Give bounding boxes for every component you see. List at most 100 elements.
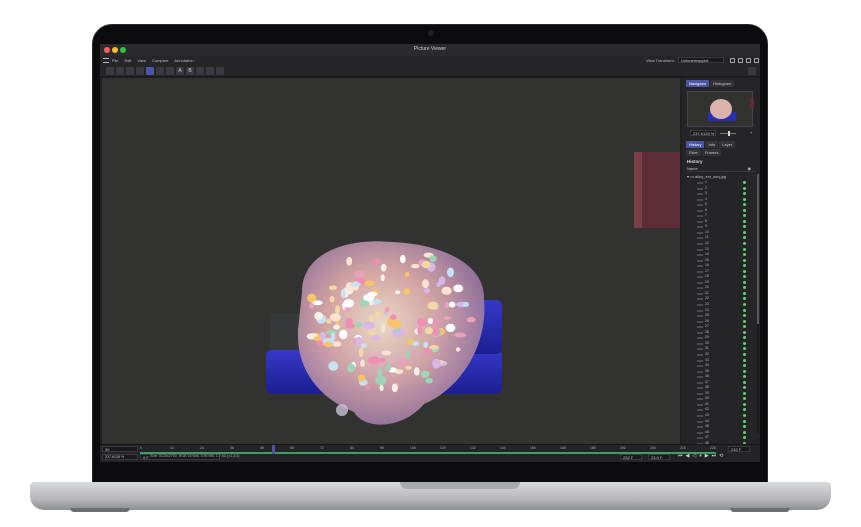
status-dot-icon[interactable] [743, 253, 746, 257]
layout-split-icon[interactable] [738, 58, 743, 63]
status-dot-icon[interactable] [743, 181, 746, 184]
status-dot-icon[interactable] [743, 291, 746, 295]
playhead[interactable] [272, 445, 275, 454]
tab-navigator[interactable]: Navigator [686, 80, 710, 87]
info-icon[interactable] [754, 58, 759, 63]
menu-file[interactable]: File [112, 58, 118, 63]
tab-filter[interactable]: Filter [686, 149, 701, 156]
status-dot-icon[interactable] [743, 208, 746, 212]
skip-start-icon[interactable]: ⏮ [678, 453, 683, 459]
redo-icon[interactable] [216, 67, 224, 75]
navigator-thumbnail[interactable] [687, 91, 754, 127]
crop-icon[interactable] [126, 67, 134, 75]
status-dot-icon[interactable] [743, 269, 746, 273]
status-dot-icon[interactable] [743, 419, 746, 423]
undo-icon[interactable] [206, 67, 214, 75]
status-dot-icon[interactable] [743, 214, 746, 218]
fps-input[interactable]: 23.9 F [648, 454, 670, 460]
status-dot-icon[interactable] [743, 413, 746, 417]
status-dot-icon[interactable] [743, 242, 746, 246]
status-dot-icon[interactable] [743, 325, 746, 329]
status-dot-icon[interactable] [743, 386, 746, 390]
navigator-zoom-input[interactable]: 237.6128 % [690, 130, 716, 136]
compare-b-icon[interactable]: B [186, 67, 194, 75]
status-dot-icon[interactable] [743, 352, 746, 356]
tab-histogram[interactable]: Histogram [710, 80, 735, 87]
play-reverse-icon[interactable]: ◁ [692, 453, 696, 459]
status-dot-icon[interactable] [743, 225, 746, 229]
tab-layer[interactable]: Layer [719, 141, 736, 148]
layout-single-icon[interactable] [730, 58, 735, 63]
status-dot-icon[interactable] [743, 430, 746, 434]
current-frame-input[interactable]: 30 [102, 446, 138, 452]
menu-view[interactable]: View [137, 58, 146, 63]
hamburger-menu-icon[interactable] [103, 58, 109, 63]
status-dot-icon[interactable] [743, 375, 746, 379]
status-dot-icon[interactable] [743, 425, 746, 429]
status-dot-icon[interactable] [743, 402, 746, 406]
step-forward-icon[interactable]: ▶ [705, 453, 709, 459]
status-dot-icon[interactable] [743, 247, 746, 251]
compare-swap-icon[interactable] [196, 67, 204, 75]
status-dot-icon[interactable] [743, 336, 746, 340]
view-transform-select[interactable]: Untonemapped [678, 57, 724, 63]
viewer-zoom-input[interactable]: 237.6128 % [102, 454, 138, 460]
total-frames-field[interactable]: 232 F [728, 446, 750, 452]
compare-a-icon[interactable]: A [176, 67, 184, 75]
zoom-actual-icon[interactable] [146, 67, 154, 75]
history-thumbnail [697, 280, 703, 284]
zoom-fit-icon[interactable] [136, 67, 144, 75]
status-dot-icon[interactable] [743, 364, 746, 368]
image-viewport[interactable] [102, 78, 680, 444]
status-dot-icon[interactable] [743, 369, 746, 373]
status-dot-icon[interactable] [743, 186, 746, 190]
status-dot-icon[interactable] [743, 308, 746, 312]
status-dot-icon[interactable] [743, 319, 746, 323]
status-dot-icon[interactable] [743, 286, 746, 290]
panel-toggle-icon[interactable] [748, 67, 756, 75]
status-dot-icon[interactable] [743, 341, 746, 345]
status-dot-icon[interactable] [743, 436, 746, 440]
status-dot-icon[interactable] [743, 280, 746, 284]
status-dot-icon[interactable] [743, 236, 746, 240]
status-dot-icon[interactable] [743, 297, 746, 301]
status-dot-icon[interactable] [743, 258, 746, 262]
status-dot-icon[interactable] [743, 303, 746, 307]
end-frame-input[interactable]: 232 F [620, 454, 642, 460]
menu-annotation[interactable]: Annotation [174, 58, 193, 63]
menu-edit[interactable]: Edit [124, 58, 131, 63]
status-dot-icon[interactable] [743, 380, 746, 384]
tab-history[interactable]: History [686, 141, 705, 148]
history-scrollbar[interactable] [757, 174, 759, 434]
status-dot-icon[interactable] [743, 347, 746, 351]
status-dot-icon[interactable] [743, 219, 746, 223]
status-dot-icon[interactable] [743, 314, 746, 318]
step-back-icon[interactable]: ◀ [686, 453, 690, 459]
loop-icon[interactable]: ⟲ [719, 453, 723, 459]
status-dot-icon[interactable] [743, 391, 746, 395]
status-dot-icon[interactable] [743, 197, 746, 201]
status-dot-icon[interactable] [743, 330, 746, 334]
menu-compare[interactable]: Compare [152, 58, 168, 63]
history-folder[interactable]: ▾ ▭ alloy_exr_seq.jpg [687, 174, 755, 179]
tab-info[interactable]: Info [705, 141, 719, 148]
tab-frames[interactable]: Frames [701, 149, 722, 156]
status-dot-icon[interactable] [743, 192, 746, 196]
save-icon[interactable] [116, 67, 124, 75]
status-dot-icon[interactable] [743, 264, 746, 268]
chevron-down-icon[interactable]: ▾ [687, 174, 689, 179]
contrast-icon[interactable] [156, 67, 164, 75]
pause-icon[interactable]: ⏸ [699, 453, 702, 459]
status-dot-icon[interactable] [743, 408, 746, 412]
status-dot-icon[interactable] [743, 203, 746, 207]
status-dot-icon[interactable] [743, 230, 746, 234]
open-folder-icon[interactable] [106, 67, 114, 75]
zoom-slider-handle[interactable] [728, 131, 730, 136]
channel-split-icon[interactable] [166, 67, 174, 75]
status-dot-icon[interactable] [743, 397, 746, 401]
settings-icon[interactable] [746, 58, 751, 63]
status-dot-icon[interactable] [743, 275, 746, 279]
zoom-in-button[interactable]: + [750, 130, 752, 135]
status-dot-icon[interactable] [743, 358, 746, 362]
skip-end-icon[interactable]: ⏭ [712, 453, 717, 459]
